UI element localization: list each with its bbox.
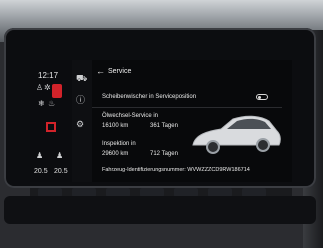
- seat-left-icon[interactable]: ♟: [36, 152, 43, 160]
- seat-right-icon[interactable]: ♟: [56, 152, 63, 160]
- page-title: Service: [108, 68, 132, 75]
- oil-days: 361 Tagen: [150, 123, 178, 129]
- stop-indicator: [46, 122, 56, 132]
- gear-icon[interactable]: ⚙: [76, 120, 84, 129]
- oil-title: Ölwechsel-Service in: [102, 113, 159, 119]
- car-icon[interactable]: ⛟: [76, 74, 87, 83]
- vin-label: Fahrzeug-Identifizierungsnummer: WVWZZZC…: [102, 167, 250, 173]
- back-button[interactable]: ←: [96, 66, 105, 76]
- vehicle-image: [192, 115, 281, 154]
- insp-title: Inspektion in: [102, 141, 136, 147]
- fan-icon[interactable]: ✲: [44, 84, 51, 92]
- active-mode-indicator[interactable]: [52, 84, 62, 98]
- wiper-toggle[interactable]: [256, 94, 268, 100]
- seat-heat-icon[interactable]: ♨: [48, 100, 55, 108]
- oil-km: 16100 km: [102, 123, 129, 129]
- dash-shelf: [4, 196, 316, 224]
- insp-days: 712 Tagen: [150, 151, 178, 157]
- wiper-label: Scheibenwischer in Serviceposition: [102, 94, 197, 100]
- clock: 12:17: [38, 71, 59, 80]
- info-icon[interactable]: ⓘ: [76, 96, 85, 105]
- divider: [92, 107, 282, 108]
- temp-right[interactable]: 20.5: [54, 168, 68, 175]
- toggle-knob: [258, 96, 261, 99]
- person-icon[interactable]: ♙: [36, 84, 43, 92]
- temp-left[interactable]: 20.5: [34, 168, 48, 175]
- insp-km: 29600 km: [102, 151, 129, 157]
- ac-icon[interactable]: ❄: [38, 100, 45, 108]
- service-panel: ← Service Scheibenwischer in Serviceposi…: [92, 64, 292, 180]
